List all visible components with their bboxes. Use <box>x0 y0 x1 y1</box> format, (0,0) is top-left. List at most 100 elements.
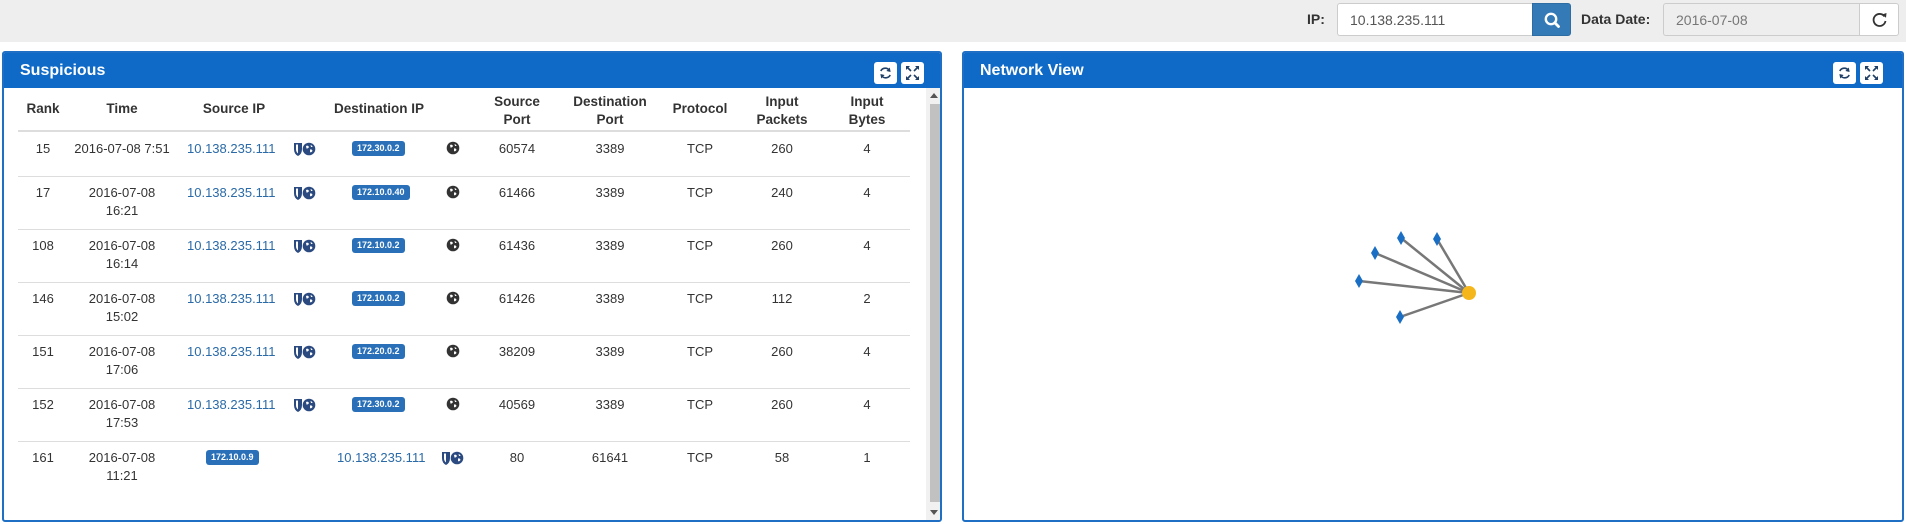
ip-search-input[interactable] <box>1337 3 1532 36</box>
globe-icon[interactable] <box>446 238 460 252</box>
table-row[interactable]: 146 2016-07-08 15:02 10.138.235.111 172.10.0… <box>4 282 911 335</box>
cell-time-clock: 15:02 <box>105 309 139 324</box>
cell-destination-port: 3389 <box>595 291 625 306</box>
cell-time-clock: 16:21 <box>105 203 139 218</box>
source-ip-link[interactable]: 10.138.235.111 <box>187 237 275 255</box>
shield-globe-icon[interactable] <box>292 238 320 254</box>
shield-globe-icon[interactable] <box>440 450 468 466</box>
cell-input-bytes: 2 <box>863 291 871 306</box>
globe-icon[interactable] <box>446 291 460 305</box>
column-header-input-bytes[interactable]: Input Bytes <box>842 93 892 129</box>
source-ip-badge[interactable]: 172.10.0.9 <box>206 450 259 465</box>
source-ip-link[interactable]: 10.138.235.111 <box>187 396 275 414</box>
cell-destination-port: 3389 <box>595 397 625 412</box>
cell-protocol: TCP <box>687 344 713 359</box>
cell-destination-port: 3389 <box>595 141 625 156</box>
cell-input-bytes: 1 <box>863 450 871 465</box>
cell-input-packets: 260 <box>771 141 793 156</box>
table-row[interactable]: 108 2016-07-08 16:14 10.138.235.111 172.10.0… <box>4 229 911 282</box>
source-ip-link[interactable]: 10.138.235.111 <box>187 343 275 361</box>
cell-protocol: TCP <box>687 185 713 200</box>
table-row[interactable]: 152 2016-07-08 17:53 10.138.235.111 172.30.0… <box>4 388 911 441</box>
cell-input-packets: 58 <box>774 450 790 465</box>
network-node-center[interactable] <box>1462 286 1476 300</box>
table-row[interactable]: 17 2016-07-08 16:21 10.138.235.111 172.10.0.… <box>4 176 911 229</box>
globe-icon[interactable] <box>446 397 460 411</box>
source-ip-link[interactable]: 10.138.235.111 <box>187 184 275 202</box>
suspicious-panel-title: Suspicious <box>20 62 106 79</box>
table-row[interactable]: 151 2016-07-08 17:06 10.138.235.111 172.20.0… <box>4 335 911 388</box>
scroll-up-arrow-icon[interactable] <box>930 92 938 100</box>
source-ip-link[interactable]: 10.138.235.111 <box>187 290 275 308</box>
cell-time: 2016-07-08 <box>88 397 156 412</box>
column-header-protocol[interactable]: Protocol <box>665 100 735 118</box>
scroll-thumb[interactable] <box>930 104 940 502</box>
cell-destination-port: 3389 <box>595 185 625 200</box>
cell-rank: 15 <box>35 141 51 156</box>
cell-source-port: 61436 <box>498 238 536 253</box>
source-ip-link[interactable]: 10.138.235.111 <box>187 140 275 158</box>
cell-input-packets: 260 <box>771 397 793 412</box>
network-node-peer[interactable] <box>1355 274 1363 288</box>
column-header-source-port[interactable]: Source Port <box>487 93 547 129</box>
data-date-input[interactable] <box>1663 3 1859 36</box>
fullscreen-icon <box>906 66 919 80</box>
cell-rank: 146 <box>32 291 54 306</box>
suspicious-fullscreen-button[interactable] <box>901 62 924 84</box>
globe-icon[interactable] <box>446 141 460 155</box>
destination-ip-badge[interactable]: 172.20.0.2 <box>352 344 405 359</box>
destination-ip-badge[interactable]: 172.10.0.2 <box>352 238 405 253</box>
network-graph[interactable] <box>964 88 1902 520</box>
date-refresh-button[interactable] <box>1859 3 1899 36</box>
cell-rank: 108 <box>32 238 54 253</box>
refresh-icon <box>1839 67 1850 79</box>
cell-time: 2016-07-08 <box>88 450 156 465</box>
shield-globe-icon[interactable] <box>292 141 320 157</box>
shield-globe-icon[interactable] <box>292 344 320 360</box>
cell-input-bytes: 4 <box>863 185 871 200</box>
shield-globe-icon[interactable] <box>292 291 320 307</box>
network-node-peer[interactable] <box>1371 246 1379 260</box>
destination-ip-badge[interactable]: 172.30.0.2 <box>352 141 405 156</box>
column-header-source-ip[interactable]: Source IP <box>184 100 284 118</box>
network-node-peer[interactable] <box>1397 231 1405 245</box>
cell-destination-port: 3389 <box>595 344 625 359</box>
network-refresh-button[interactable] <box>1833 62 1856 84</box>
cell-input-bytes: 4 <box>863 141 871 156</box>
suspicious-table: Rank Time Source IP Destination IP Sourc… <box>4 88 911 520</box>
cell-input-bytes: 4 <box>863 344 871 359</box>
destination-ip-link[interactable]: 10.138.235.111 <box>337 449 425 467</box>
cell-rank: 17 <box>35 185 51 200</box>
scroll-down-arrow-icon[interactable] <box>930 508 938 516</box>
search-button[interactable] <box>1532 3 1571 36</box>
network-edge <box>1400 237 1470 294</box>
suspicious-refresh-button[interactable] <box>874 62 897 84</box>
table-row[interactable]: 161 2016-07-08 11:21 172.10.0.9 10.138.235.1… <box>4 441 911 494</box>
network-node-peer[interactable] <box>1396 310 1404 324</box>
cell-time-clock: 17:53 <box>105 415 139 430</box>
cell-protocol: TCP <box>687 238 713 253</box>
column-header-rank[interactable]: Rank <box>22 100 64 118</box>
cell-source-port: 61466 <box>498 185 536 200</box>
refresh-icon <box>880 67 891 79</box>
destination-ip-badge[interactable]: 172.10.0.40 <box>352 185 410 200</box>
cell-destination-port: 3389 <box>595 238 625 253</box>
column-header-destination-ip[interactable]: Destination IP <box>319 100 439 118</box>
shield-globe-icon[interactable] <box>292 397 320 413</box>
table-row[interactable]: 15 2016-07-08 7:51 10.138.235.111 172.30.0.… <box>4 132 911 176</box>
column-header-destination-port[interactable]: Destination Port <box>570 93 650 129</box>
network-fullscreen-button[interactable] <box>1860 62 1883 84</box>
table-scrollbar[interactable] <box>926 88 940 520</box>
cell-time: 2016-07-08 <box>88 344 156 359</box>
destination-ip-badge[interactable]: 172.10.0.2 <box>352 291 405 306</box>
column-header-time[interactable]: Time <box>82 100 162 118</box>
ip-label: IP: <box>1307 11 1325 27</box>
column-header-input-packets[interactable]: Input Packets <box>752 93 812 129</box>
shield-globe-icon[interactable] <box>292 185 320 201</box>
data-date-label: Data Date: <box>1581 11 1651 27</box>
globe-icon[interactable] <box>446 185 460 199</box>
globe-icon[interactable] <box>446 344 460 358</box>
network-graph-canvas[interactable] <box>964 88 1902 520</box>
destination-ip-badge[interactable]: 172.30.0.2 <box>352 397 405 412</box>
cell-input-packets: 112 <box>771 291 793 306</box>
